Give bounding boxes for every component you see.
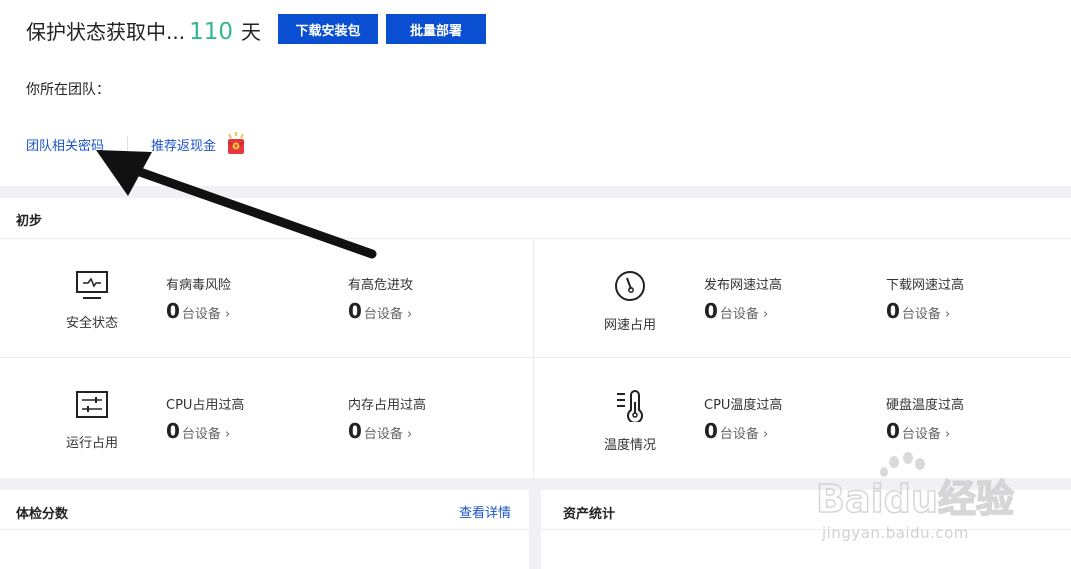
metric-count: 0 — [166, 299, 180, 323]
grid-horizontal-divider-left — [0, 357, 533, 358]
overview-title: 初步 — [16, 214, 43, 229]
chevron-right-icon: › — [224, 427, 231, 442]
batch-deploy-button[interactable]: 批量部署 — [386, 14, 486, 44]
sliders-icon — [47, 390, 137, 424]
metric-count-link[interactable]: 0 台设备 › — [348, 419, 426, 443]
metric-unit: 台设备 — [363, 307, 403, 322]
metric-label: 有高危进攻 — [348, 278, 414, 293]
metric-unit: 台设备 — [363, 427, 403, 442]
chevron-right-icon: › — [406, 307, 413, 322]
asset-stats-card: 资产统计 — [541, 490, 1071, 569]
metric-count-link[interactable]: 0 台设备 › — [166, 299, 231, 323]
category-label: 运行占用 — [65, 436, 118, 451]
category-label: 网速占用 — [603, 318, 656, 333]
metric-count: 0 — [704, 419, 718, 443]
checkup-score-title: 体检分数 — [16, 507, 69, 522]
metric-count-link[interactable]: 0 台设备 › — [704, 419, 782, 443]
card-gap — [529, 490, 541, 569]
metric-unit: 台设备 — [181, 307, 221, 322]
checkup-score-card: 体检分数 查看详情 — [0, 490, 529, 569]
chevron-right-icon: › — [944, 427, 951, 442]
metric-count-link[interactable]: 0 台设备 › — [704, 299, 782, 323]
metric-cpu-usage-high: CPU占用过高 0 台设备 › — [166, 394, 244, 443]
metric-upload-speed-high: 发布网速过高 0 台设备 › — [704, 274, 782, 323]
metric-memory-usage-high: 内存占用过高 0 台设备 › — [348, 394, 426, 443]
days-count: 110 — [189, 19, 233, 45]
chevron-right-icon: › — [762, 307, 769, 322]
category-security: 安全状态 — [47, 270, 137, 331]
section-divider — [0, 186, 1071, 198]
referral-cashback-link[interactable]: 推荐返现金 — [151, 135, 216, 154]
metric-count: 0 — [886, 299, 900, 323]
metric-label: CPU温度过高 — [704, 398, 783, 413]
view-details-link[interactable]: 查看详情 — [459, 502, 511, 521]
category-network-speed: 网速占用 — [585, 270, 675, 333]
metric-unit: 台设备 — [719, 427, 759, 442]
metric-count: 0 — [348, 419, 362, 443]
metric-cpu-temperature-high: CPU温度过高 0 台设备 › — [704, 394, 782, 443]
red-envelope-icon[interactable]: ¥ — [225, 132, 247, 156]
days-unit: 天 — [240, 20, 261, 44]
chevron-right-icon: › — [944, 307, 951, 322]
metric-count: 0 — [704, 299, 718, 323]
header: 保护状态获取中... 110 天 下载安装包 批量部署 你所在团队： 团队相关密… — [0, 0, 1071, 186]
link-divider — [127, 136, 129, 152]
chevron-right-icon: › — [406, 427, 413, 442]
metric-label: 下载网速过高 — [886, 278, 965, 293]
category-label: 温度情况 — [603, 438, 656, 453]
title-divider — [541, 529, 1071, 530]
metric-virus-risk: 有病毒风险 0 台设备 › — [166, 274, 231, 323]
metric-count: 0 — [886, 419, 900, 443]
metric-label: CPU占用过高 — [166, 398, 245, 413]
metric-unit: 台设备 — [181, 427, 221, 442]
monitor-icon — [47, 270, 137, 304]
thermometer-icon — [585, 390, 675, 426]
protection-status: 保护状态获取中... 110 天 — [26, 16, 261, 48]
team-password-link[interactable]: 团队相关密码 — [26, 135, 104, 154]
chevron-right-icon: › — [224, 307, 231, 322]
title-divider — [0, 238, 1071, 239]
metric-disk-temperature-high: 硬盘温度过高 0 台设备 › — [886, 394, 964, 443]
download-installer-button[interactable]: 下载安装包 — [278, 14, 378, 44]
status-text: 保护状态获取中... — [26, 20, 186, 44]
metric-unit: 台设备 — [719, 307, 759, 322]
category-label: 安全状态 — [65, 316, 118, 331]
section-divider — [0, 478, 1071, 490]
metric-count-link[interactable]: 0 台设备 › — [348, 299, 413, 323]
svg-text:¥: ¥ — [234, 144, 238, 151]
metric-label: 发布网速过高 — [704, 278, 783, 293]
metric-unit: 台设备 — [901, 427, 941, 442]
metric-label: 内存占用过高 — [348, 398, 427, 413]
metric-count: 0 — [348, 299, 362, 323]
overview-card: 初步 安全状态 有病毒风险 0 台设备 › 有高危进攻 0 台设备 › 网速占用… — [0, 198, 1071, 478]
grid-vertical-divider — [533, 238, 534, 478]
metric-count-link[interactable]: 0 台设备 › — [166, 419, 244, 443]
team-label: 你所在团队： — [26, 82, 110, 98]
metric-unit: 台设备 — [901, 307, 941, 322]
metric-label: 硬盘温度过高 — [886, 398, 965, 413]
metric-count: 0 — [166, 419, 180, 443]
asset-stats-title: 资产统计 — [563, 507, 616, 522]
title-divider — [0, 529, 529, 530]
metric-download-speed-high: 下载网速过高 0 台设备 › — [886, 274, 964, 323]
chevron-right-icon: › — [762, 427, 769, 442]
grid-horizontal-divider-right — [534, 357, 1071, 358]
metric-label: 有病毒风险 — [166, 278, 232, 293]
metric-count-link[interactable]: 0 台设备 › — [886, 419, 964, 443]
metric-high-risk-attack: 有高危进攻 0 台设备 › — [348, 274, 413, 323]
speedometer-icon — [585, 270, 675, 306]
metric-count-link[interactable]: 0 台设备 › — [886, 299, 964, 323]
category-temperature: 温度情况 — [585, 390, 675, 453]
category-runtime-usage: 运行占用 — [47, 390, 137, 451]
quick-links: 团队相关密码 推荐返现金 ¥ — [26, 128, 247, 160]
